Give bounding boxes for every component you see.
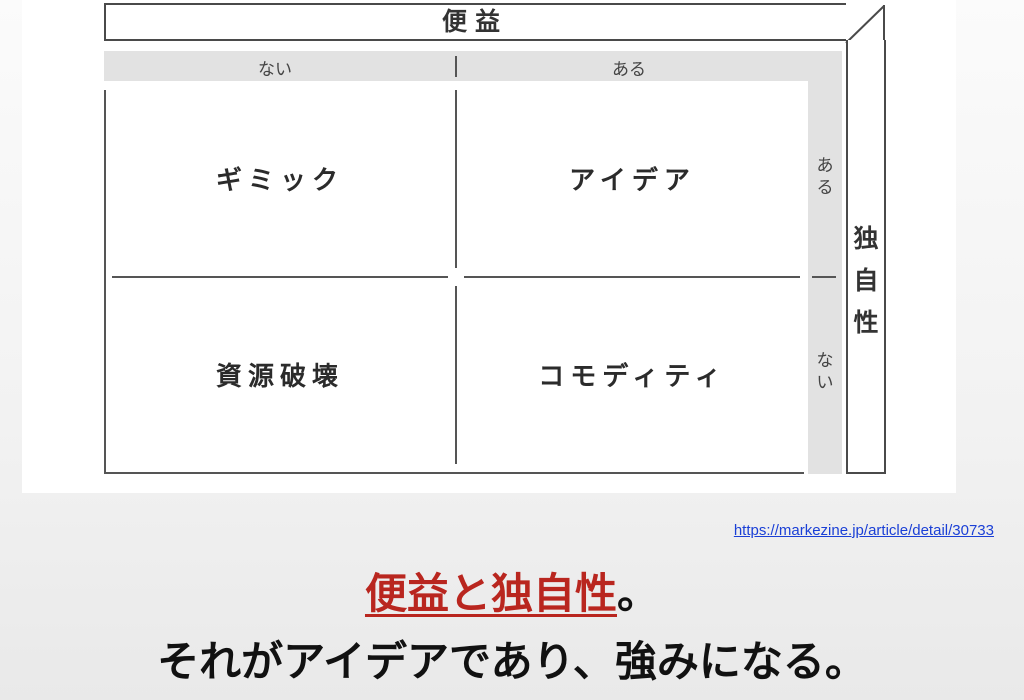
uniqueness-axis-title: 独 自 性	[853, 224, 879, 337]
grid-vertical-divider-top	[455, 90, 457, 268]
uniqueness-present-label: あ る	[816, 156, 834, 198]
headline-line-2: それがアイデアであり、強みになる。	[157, 637, 867, 686]
quadrant-resource-waste: 資源破壊	[215, 362, 344, 392]
source-link[interactable]: https://markezine.jp/article/detail/3073…	[734, 522, 994, 539]
headline-line-1: 便益と独自性。	[0, 560, 1024, 621]
uniqueness-scale-divider	[812, 276, 836, 278]
grid-bottom-border	[104, 472, 804, 474]
benefit-scale-divider	[455, 56, 457, 77]
benefit-axis-title: 便益	[441, 7, 508, 36]
grid-left-border	[104, 90, 106, 474]
grid-vertical-divider-bottom	[455, 286, 457, 464]
benefit-present-label: ある	[612, 60, 646, 80]
grid-horizontal-divider-right	[464, 276, 800, 278]
headline-highlight: 便益と独自性	[364, 569, 617, 618]
headline-period: 。	[617, 569, 660, 618]
corner-connector	[845, 5, 885, 45]
benefit-none-label: ない	[258, 60, 292, 80]
uniqueness-none-label: な い	[816, 351, 834, 393]
grid-horizontal-divider-left	[112, 276, 448, 278]
quadrant-commodity: コモディティ	[538, 362, 727, 392]
benefit-scale-band	[104, 51, 842, 81]
quadrant-idea: アイデア	[569, 166, 696, 196]
quadrant-gimmick: ギミック	[215, 166, 344, 196]
